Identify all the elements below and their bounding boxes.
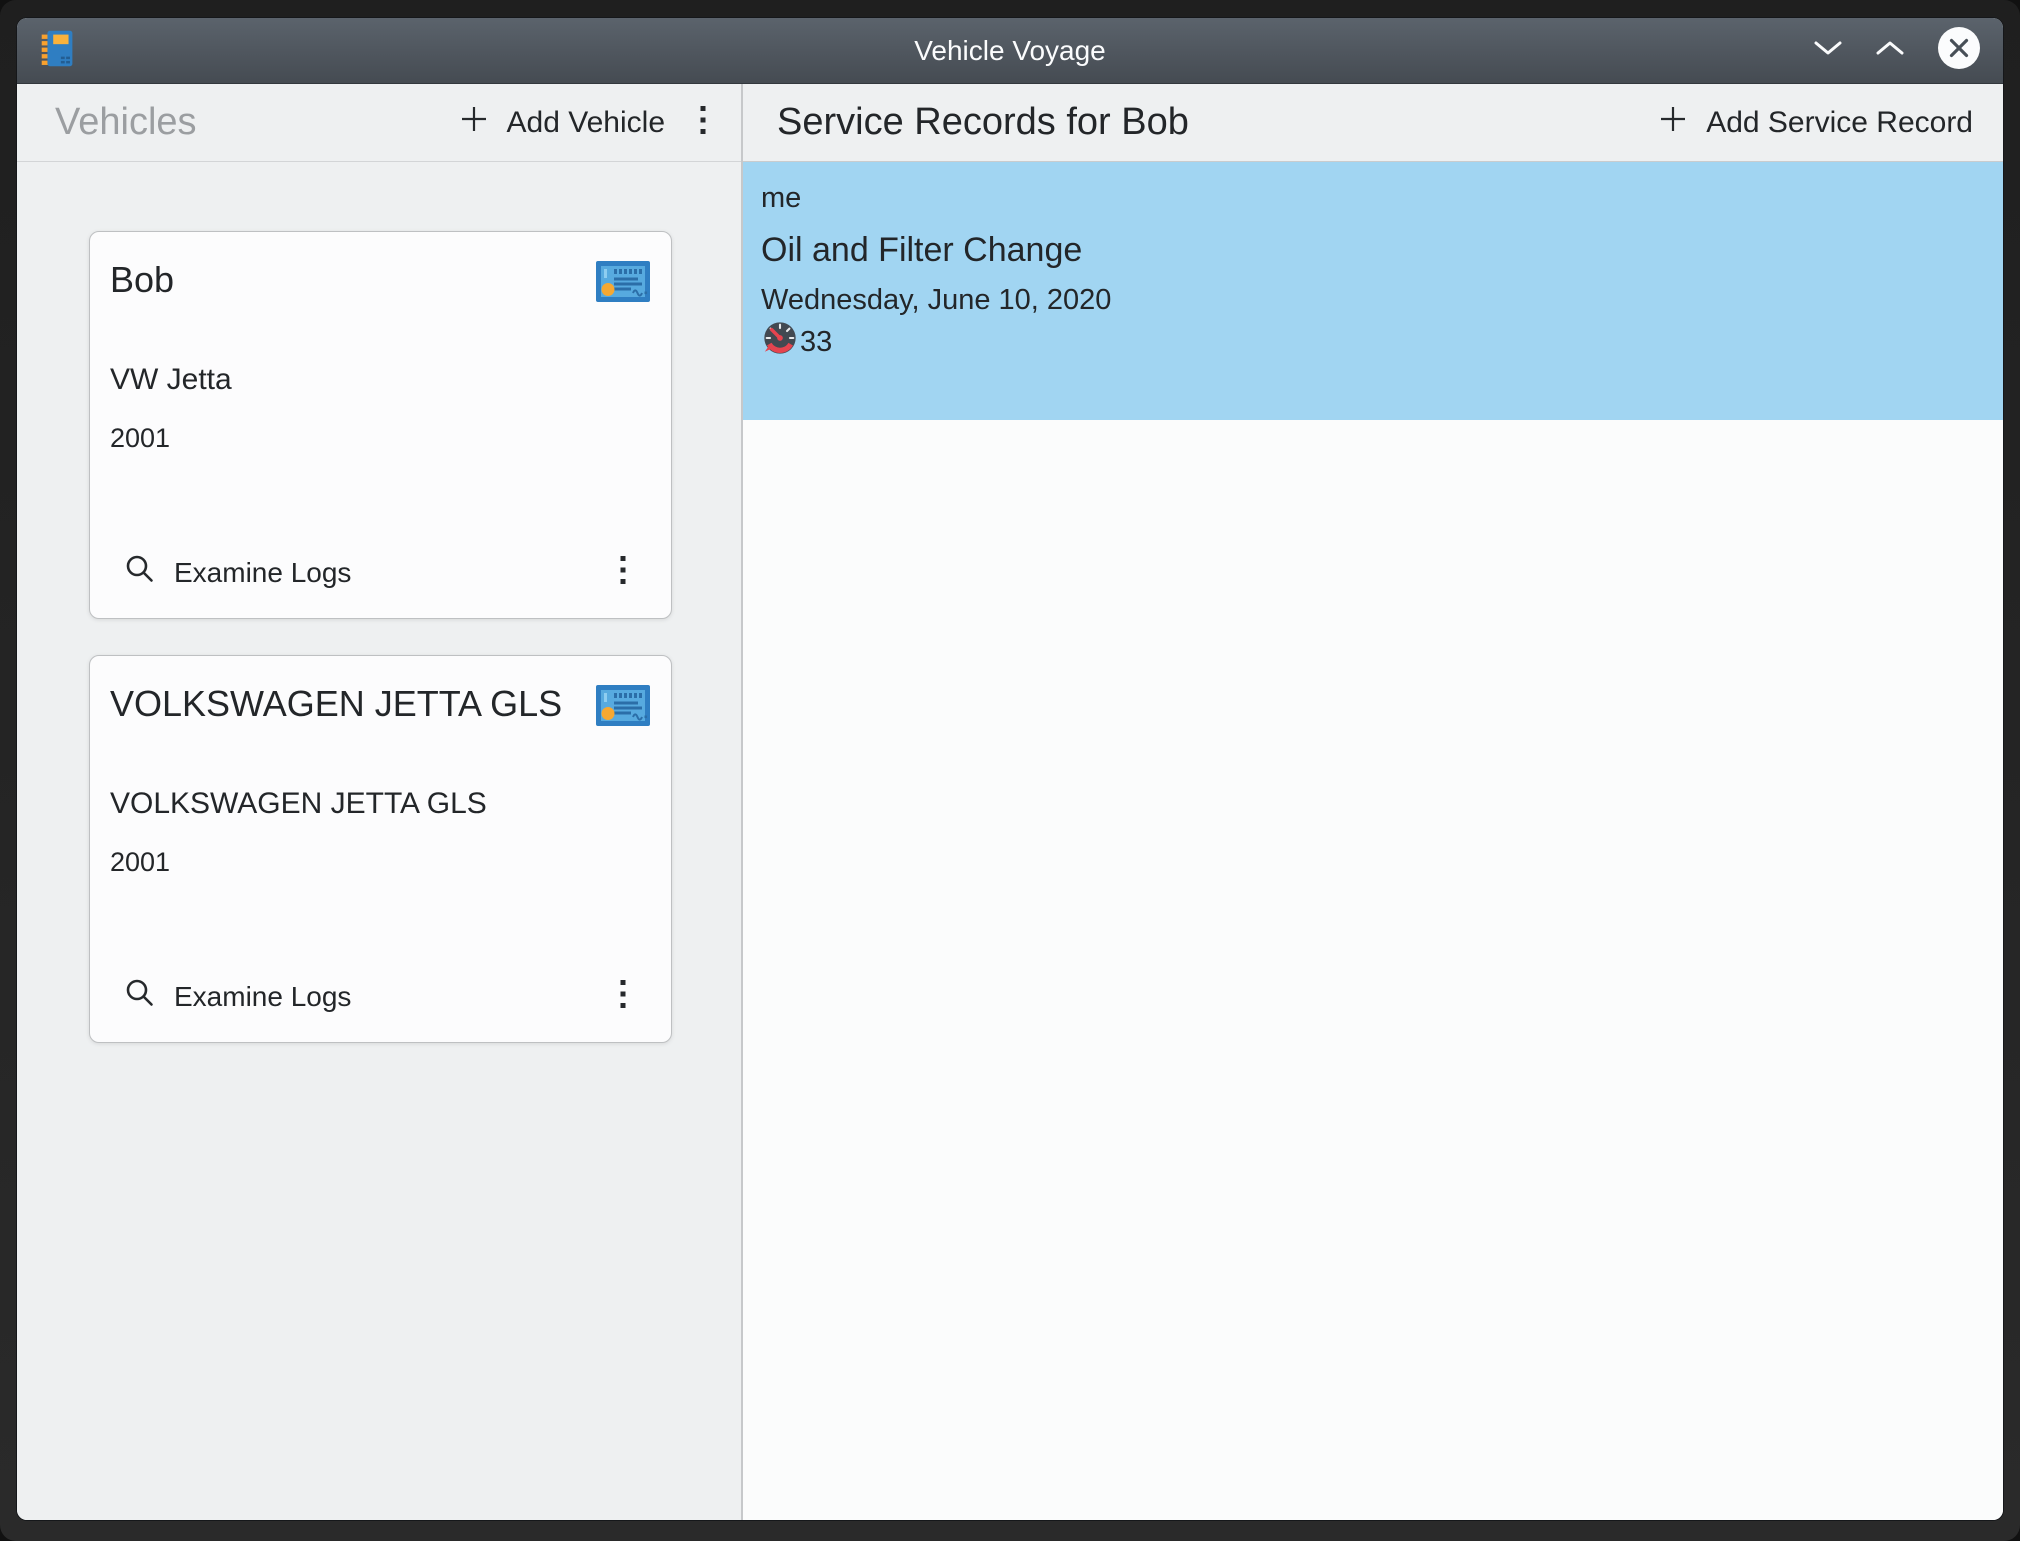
service-record-item-selected[interactable]: me Oil and Filter Change Wednesday, June… <box>743 162 2003 420</box>
examine-logs-label: Examine Logs <box>174 981 351 1013</box>
vehicle-card-actions: Examine Logs <box>110 553 651 592</box>
close-button[interactable] <box>1937 26 1981 75</box>
window-frame: Vehicle Voyage <box>0 0 2020 1541</box>
vehicle-card-actions: Examine Logs <box>110 977 651 1016</box>
notebook-icon <box>35 25 81 76</box>
add-service-record-label: Add Service Record <box>1706 106 1973 140</box>
odometer-gauge-icon <box>761 319 799 365</box>
registration-certificate-icon <box>595 260 651 309</box>
vehicle-year: 2001 <box>110 847 651 878</box>
vehicles-panel: Vehicles Add Vehicle <box>17 84 741 1520</box>
window-title: Vehicle Voyage <box>17 35 2003 67</box>
service-records-panel: Service Records for Bob Add Service Reco… <box>743 84 2003 1520</box>
search-icon <box>124 977 156 1016</box>
titlebar[interactable]: Vehicle Voyage <box>17 18 2003 84</box>
search-icon <box>124 553 156 592</box>
main-area: Vehicles Add Vehicle <box>17 84 2003 1520</box>
vertical-ellipsis-icon <box>619 556 627 589</box>
minimize-button[interactable] <box>1813 39 1843 62</box>
vertical-ellipsis-icon <box>699 106 707 139</box>
record-service-name: Oil and Filter Change <box>761 231 1983 270</box>
add-service-record-button[interactable]: Add Service Record <box>1656 102 1973 144</box>
vehicle-model: VOLKSWAGEN JETTA GLS <box>110 787 651 821</box>
service-record-list: me Oil and Filter Change Wednesday, June… <box>743 162 2003 1520</box>
chevron-up-icon <box>1875 39 1905 62</box>
chevron-down-icon <box>1813 39 1843 62</box>
vehicles-heading: Vehicles <box>55 101 197 144</box>
maximize-button[interactable] <box>1875 39 1905 62</box>
plus-icon <box>1656 102 1690 144</box>
vehicle-card-volkswagen-jetta[interactable]: VOLKSWAGEN JETTA GLS <box>89 655 672 1043</box>
service-records-header: Service Records for Bob Add Service Reco… <box>743 84 2003 162</box>
vehicles-overflow-menu-button[interactable] <box>699 106 707 139</box>
examine-logs-label: Examine Logs <box>174 557 351 589</box>
service-records-heading: Service Records for Bob <box>777 101 1189 144</box>
window-controls <box>1813 26 1981 75</box>
vehicle-year: 2001 <box>110 423 651 454</box>
vehicle-overflow-menu-button[interactable] <box>619 556 627 589</box>
record-odometer-value: 33 <box>800 326 832 359</box>
record-date: Wednesday, June 10, 2020 <box>761 284 1983 317</box>
vehicle-name: VOLKSWAGEN JETTA GLS <box>110 684 562 724</box>
examine-logs-button[interactable]: Examine Logs <box>110 977 351 1016</box>
vehicle-model: VW Jetta <box>110 363 651 397</box>
registration-certificate-icon <box>595 684 651 733</box>
vehicles-header: Vehicles Add Vehicle <box>17 84 741 162</box>
vehicle-overflow-menu-button[interactable] <box>619 980 627 1013</box>
vertical-ellipsis-icon <box>619 980 627 1013</box>
record-technician: me <box>761 182 1983 215</box>
add-vehicle-label: Add Vehicle <box>507 106 665 140</box>
plus-icon <box>457 102 491 144</box>
record-odometer-row: 33 <box>761 319 1983 365</box>
vehicle-name: Bob <box>110 260 174 300</box>
vehicle-card-head: Bob <box>110 232 651 309</box>
add-vehicle-button[interactable]: Add Vehicle <box>457 102 665 144</box>
vehicle-card-bob[interactable]: Bob <box>89 231 672 619</box>
vehicle-card-list: Bob <box>17 162 741 1043</box>
examine-logs-button[interactable]: Examine Logs <box>110 553 351 592</box>
app-window: Vehicle Voyage <box>17 18 2003 1520</box>
vehicle-card-head: VOLKSWAGEN JETTA GLS <box>110 656 651 733</box>
close-x-icon <box>1937 26 1981 75</box>
